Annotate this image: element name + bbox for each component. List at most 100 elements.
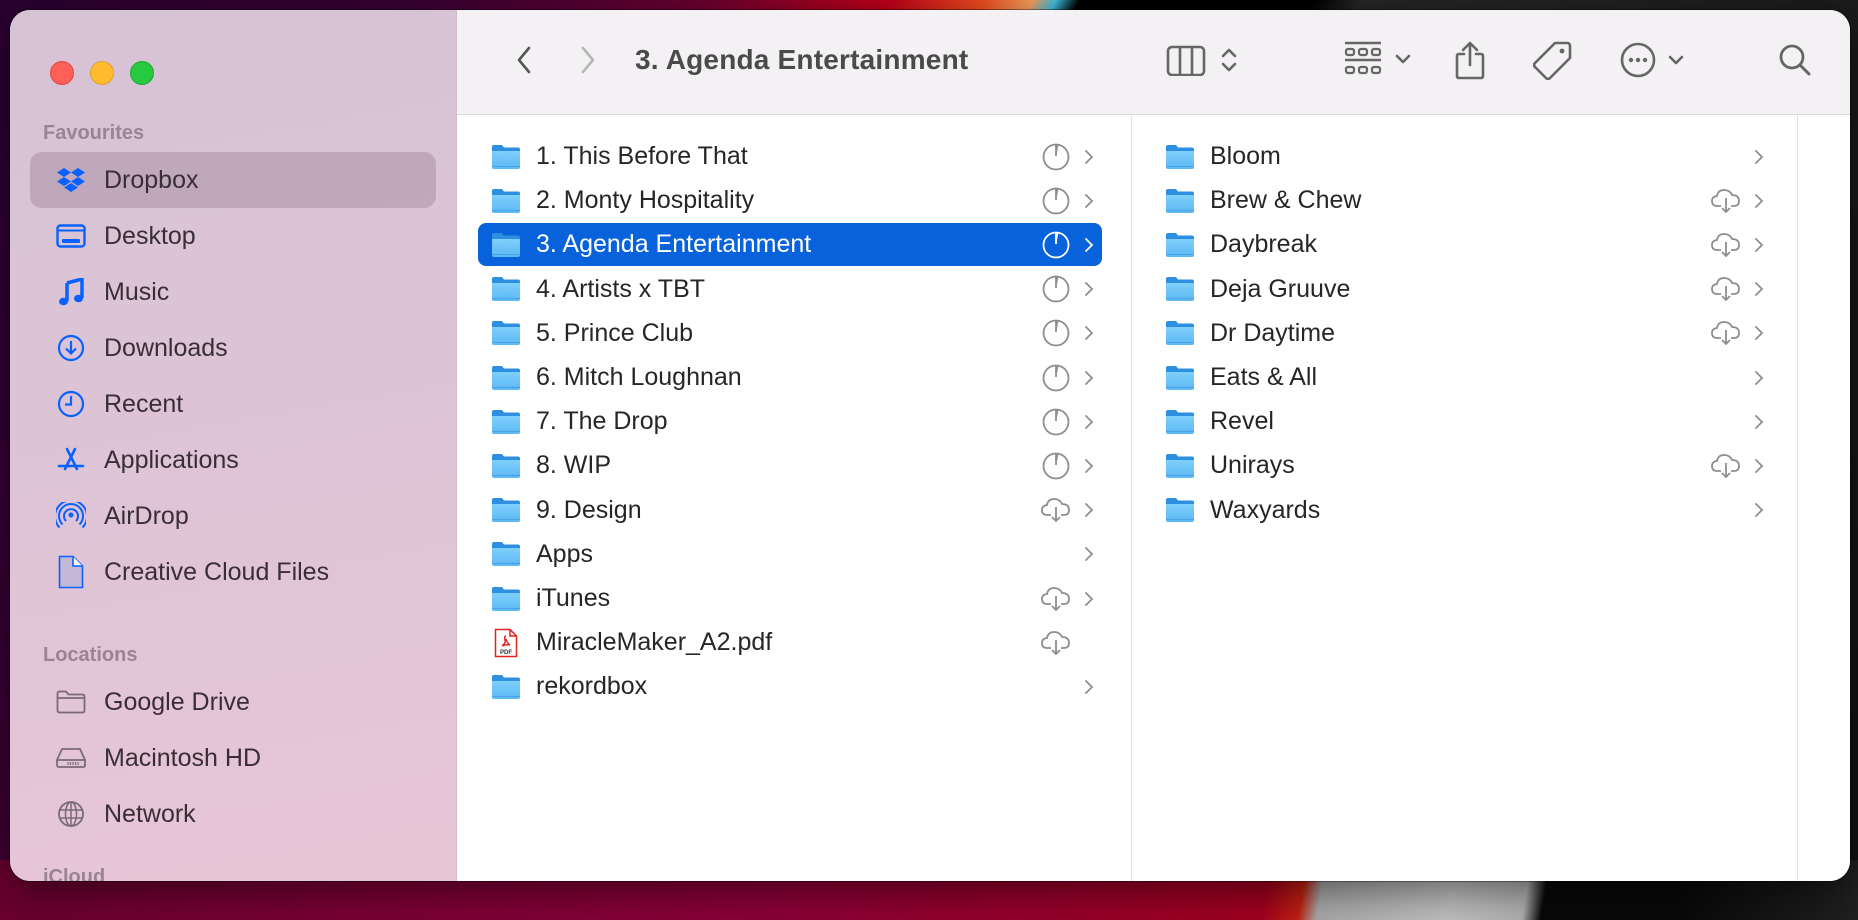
item-name: Revel [1210, 407, 1274, 436]
cloud-download-icon[interactable] [1710, 273, 1742, 305]
back-chevron-icon [516, 46, 532, 79]
sidebar-item-music[interactable]: Music [30, 264, 436, 320]
folder-row[interactable]: 8. WIP [478, 444, 1102, 487]
folder-row[interactable]: Deja Gruuve [1152, 268, 1772, 311]
chevron-right-icon [1752, 368, 1766, 388]
window-title: 3. Agenda Entertainment [635, 44, 969, 75]
item-name: iTunes [536, 584, 611, 612]
toolbar: 3. Agenda Entertainment [457, 10, 1850, 115]
sidebar-item-google-drive[interactable]: Google Drive [30, 674, 436, 730]
group-grid-icon [1343, 40, 1383, 83]
chevron-right-icon [1082, 456, 1096, 476]
folder-row[interactable]: 7. The Drop [478, 400, 1102, 443]
item-name: 7. The Drop [536, 407, 668, 436]
sidebar-item-label: Recent [104, 389, 184, 418]
folder-icon [1164, 275, 1196, 303]
item-name: Dr Daytime [1210, 318, 1336, 347]
item-name: 8. WIP [536, 451, 612, 480]
cloud-download-icon[interactable] [1710, 317, 1742, 349]
folder-icon [490, 496, 522, 524]
sidebar-item-label: Applications [104, 445, 239, 474]
folder-icon [1164, 187, 1196, 215]
folder-row[interactable]: Bloom [1152, 135, 1772, 178]
share-button[interactable] [1447, 38, 1493, 86]
dropbox-icon [54, 163, 88, 197]
applications-icon [54, 443, 88, 477]
cloud-download-icon[interactable] [1040, 583, 1072, 615]
ellipsis-circle-icon [1620, 42, 1656, 83]
tags-button[interactable] [1530, 38, 1576, 86]
sidebar-item-label: Dropbox [104, 165, 199, 194]
chevron-right-icon [1082, 147, 1096, 167]
folder-row[interactable]: 4. Artists x TBT [478, 268, 1102, 311]
close-window-button[interactable] [50, 61, 74, 85]
folder-row[interactable]: rekordbox [478, 665, 1102, 708]
sidebar-item-downloads[interactable]: Downloads [30, 320, 436, 376]
chevron-right-icon [1752, 500, 1766, 520]
cloud-download-icon[interactable] [1710, 450, 1742, 482]
pdf-file-icon: PDF [490, 628, 522, 657]
sidebar-item-dropbox[interactable]: Dropbox [30, 152, 436, 208]
cloud-download-icon[interactable] [1710, 185, 1742, 217]
item-name: 2. Monty Hospitality [536, 186, 755, 215]
folder-icon [1164, 231, 1196, 259]
sidebar-item-label: Downloads [104, 333, 228, 362]
sidebar-item-recent[interactable]: Recent [30, 376, 436, 432]
folder-row[interactable]: Waxyards [1152, 489, 1772, 532]
sidebar-item-applications[interactable]: Applications [30, 432, 436, 488]
item-name: Daybreak [1210, 230, 1317, 259]
folder-row[interactable]: 6. Mitch Loughnan [478, 356, 1102, 399]
sidebar-item-airdrop[interactable]: AirDrop [30, 488, 436, 544]
more-actions-button[interactable] [1612, 42, 1692, 82]
minimize-window-button[interactable] [90, 61, 114, 85]
sync-progress-icon [1040, 185, 1072, 217]
search-button[interactable] [1775, 42, 1815, 82]
up-down-chevron-icon [1220, 45, 1238, 80]
chevron-down-icon [1395, 52, 1411, 70]
sidebar-item-desktop[interactable]: Desktop [30, 208, 436, 264]
item-name: MiracleMaker_A2.pdf [536, 628, 773, 657]
sidebar-item-label: Desktop [104, 221, 196, 250]
desktop-icon [54, 219, 88, 253]
sidebar-item-macintosh-hd[interactable]: Macintosh HD [30, 730, 436, 786]
forward-button[interactable] [573, 44, 603, 80]
folder-row[interactable]: 5. Prince Club [478, 312, 1102, 355]
folder-row[interactable]: iTunes [478, 577, 1102, 620]
folder-row[interactable]: Dr Daytime [1152, 312, 1772, 355]
chevron-right-icon [1082, 368, 1096, 388]
chevron-right-icon [1752, 279, 1766, 299]
main-content: 3. Agenda Entertainment 1. This Before T… [457, 10, 1850, 881]
finder-window: Favourites Dropbox Desktop Music Downloa… [10, 10, 1850, 881]
item-name: Unirays [1210, 451, 1295, 480]
file-row[interactable]: PDF MiracleMaker_A2.pdf [478, 621, 1102, 664]
folder-row[interactable]: Brew & Chew [1152, 179, 1772, 222]
back-button[interactable] [509, 44, 539, 80]
folder-row[interactable]: Eats & All [1152, 356, 1772, 399]
share-icon [1454, 40, 1486, 85]
cloud-download-icon[interactable] [1710, 229, 1742, 261]
folder-row[interactable]: 2. Monty Hospitality [478, 179, 1102, 222]
maximize-window-button[interactable] [130, 61, 154, 85]
sidebar-item-creative-cloud-files[interactable]: Creative Cloud Files [30, 544, 436, 600]
view-mode-button[interactable] [1157, 42, 1247, 82]
folder-row[interactable]: 1. This Before That [478, 135, 1102, 178]
sidebar-item-network[interactable]: Network [30, 786, 436, 842]
folder-row[interactable]: Apps [478, 533, 1102, 576]
folder-row[interactable]: 3. Agenda Entertainment [478, 223, 1102, 267]
folder-row[interactable]: 9. Design [478, 489, 1102, 532]
sidebar-item-label: Creative Cloud Files [104, 557, 330, 586]
folder-row[interactable]: Revel [1152, 400, 1772, 443]
cloud-download-icon[interactable] [1040, 494, 1072, 526]
item-name: Bloom [1210, 142, 1281, 170]
cloud-download-icon[interactable] [1040, 627, 1072, 659]
folder-row[interactable]: Daybreak [1152, 223, 1772, 266]
folder-icon [1164, 143, 1196, 171]
folder-icon [490, 452, 522, 480]
chevron-right-icon [1082, 589, 1096, 609]
folder-row[interactable]: Unirays [1152, 444, 1772, 487]
item-name: 3. Agenda Entertainment [536, 230, 812, 259]
chevron-right-icon [1752, 235, 1766, 255]
item-name: Apps [536, 539, 593, 568]
sync-progress-icon [1040, 141, 1072, 173]
group-button[interactable] [1337, 38, 1417, 84]
